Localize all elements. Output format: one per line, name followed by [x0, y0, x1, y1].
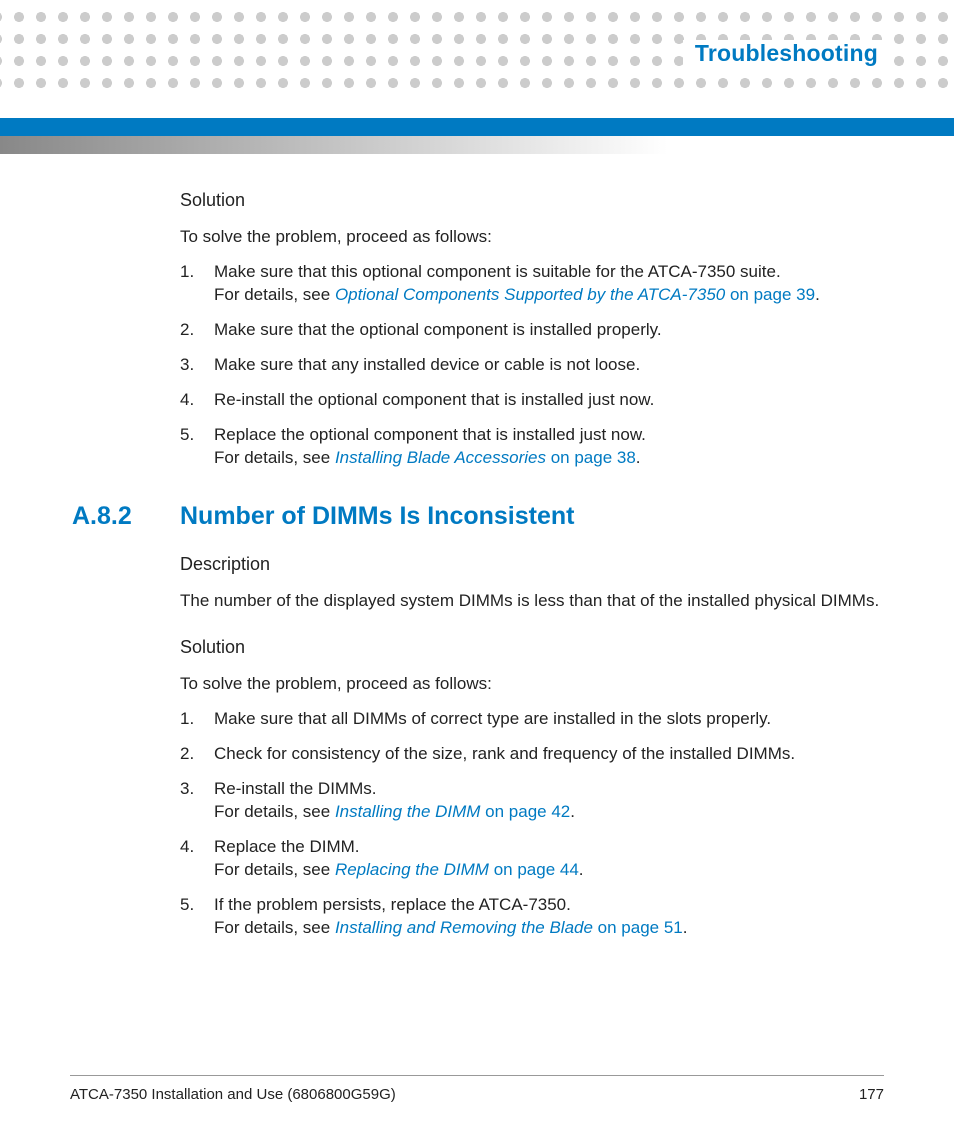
step-text: Make sure that this optional component i… [214, 262, 781, 281]
list-item: Make sure that all DIMMs of correct type… [180, 708, 884, 731]
solution-intro-2: To solve the problem, proceed as follows… [180, 673, 884, 696]
list-item: Make sure that the optional component is… [180, 319, 884, 342]
list-item: If the problem persists, replace the ATC… [180, 894, 884, 940]
cross-ref-page[interactable]: on page 38 [546, 448, 636, 467]
tail: . [683, 918, 688, 937]
tail: . [815, 285, 820, 304]
solution-steps-2: Make sure that all DIMMs of correct type… [180, 708, 884, 940]
cross-ref-link[interactable]: Replacing the DIMM [335, 860, 489, 879]
list-item: Check for consistency of the size, rank … [180, 743, 884, 766]
section-heading-row: A.8.2 Number of DIMMs Is Inconsistent [72, 500, 884, 534]
list-item: Make sure that this optional component i… [180, 261, 884, 307]
step-text: Re-install the optional component that i… [214, 390, 654, 409]
step-text: Re-install the DIMMs. [214, 779, 376, 798]
solution-heading-2: Solution [180, 635, 884, 659]
step-text: Make sure that any installed device or c… [214, 355, 640, 374]
solution-heading-1: Solution [180, 188, 884, 212]
step-text: Replace the DIMM. [214, 837, 360, 856]
detail-prefix: For details, see [214, 448, 335, 467]
step-text: Make sure that all DIMMs of correct type… [214, 709, 771, 728]
list-item: Replace the optional component that is i… [180, 424, 884, 470]
step-text: Make sure that the optional component is… [214, 320, 662, 339]
step-text: Replace the optional component that is i… [214, 425, 646, 444]
detail-prefix: For details, see [214, 285, 335, 304]
cross-ref-link[interactable]: Installing Blade Accessories [335, 448, 546, 467]
footer-doc-title: ATCA-7350 Installation and Use (6806800G… [70, 1086, 396, 1103]
cross-ref-link[interactable]: Installing and Removing the Blade [335, 918, 593, 937]
section-title: Number of DIMMs Is Inconsistent [180, 500, 574, 534]
description-text: The number of the displayed system DIMMs… [180, 590, 884, 613]
description-heading: Description [180, 552, 884, 576]
solution-intro-1: To solve the problem, proceed as follows… [180, 226, 884, 249]
header-gradient-bar [0, 136, 954, 154]
list-item: Re-install the optional component that i… [180, 389, 884, 412]
solution-steps-1: Make sure that this optional component i… [180, 261, 884, 470]
cross-ref-link[interactable]: Installing the DIMM [335, 802, 481, 821]
step-text: If the problem persists, replace the ATC… [214, 895, 571, 914]
section-number: A.8.2 [72, 500, 180, 534]
tail: . [570, 802, 575, 821]
page-footer: ATCA-7350 Installation and Use (6806800G… [70, 1075, 884, 1103]
cross-ref-page[interactable]: on page 39 [725, 285, 815, 304]
detail-prefix: For details, see [214, 860, 335, 879]
cross-ref-page[interactable]: on page 51 [593, 918, 683, 937]
detail-prefix: For details, see [214, 802, 335, 821]
tail: . [636, 448, 641, 467]
step-text: Check for consistency of the size, rank … [214, 744, 795, 763]
tail: . [579, 860, 584, 879]
page-content: Solution To solve the problem, proceed a… [180, 186, 884, 952]
footer-page-number: 177 [859, 1086, 884, 1103]
cross-ref-page[interactable]: on page 42 [480, 802, 570, 821]
list-item: Make sure that any installed device or c… [180, 354, 884, 377]
list-item: Re-install the DIMMs. For details, see I… [180, 778, 884, 824]
header-blue-bar [0, 118, 954, 136]
chapter-title: Troubleshooting [683, 40, 884, 67]
list-item: Replace the DIMM. For details, see Repla… [180, 836, 884, 882]
detail-prefix: For details, see [214, 918, 335, 937]
cross-ref-link[interactable]: Optional Components Supported by the ATC… [335, 285, 725, 304]
cross-ref-page[interactable]: on page 44 [489, 860, 579, 879]
